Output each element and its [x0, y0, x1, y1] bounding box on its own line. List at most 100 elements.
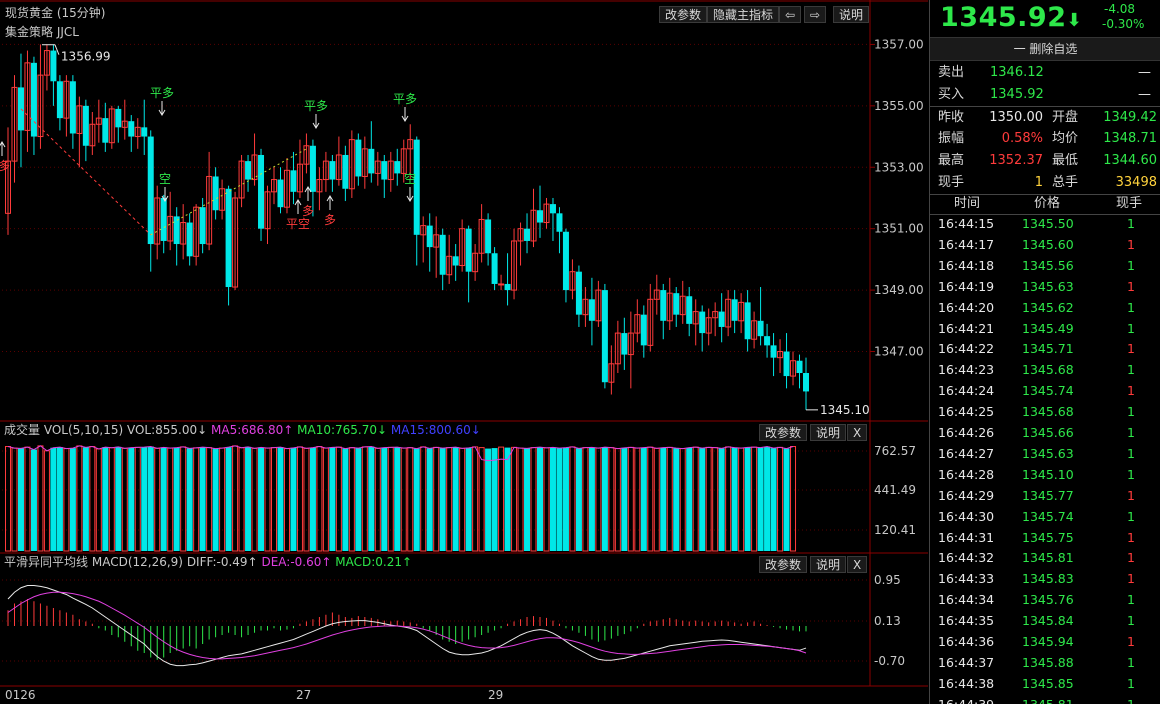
high-price-label: 1356.99 — [61, 50, 111, 64]
volume-bar — [69, 448, 76, 551]
chart-area[interactable]: 1357.00 1355.00 1353.00 1351.00 1349.00 1347.… — [0, 0, 928, 704]
volume-bar — [154, 447, 161, 552]
scroll-left-button[interactable]: ⇦ — [779, 6, 802, 23]
sell-label: 卖出 — [938, 65, 965, 80]
candle-body — [556, 213, 563, 232]
volume-bar — [160, 447, 167, 551]
amplitude-value: 0.58% — [1001, 131, 1043, 146]
tick-volume: 1 — [1127, 550, 1135, 566]
volume-change-params-button[interactable]: 改参数 — [759, 424, 808, 441]
price-axis-label: 1355.00 — [874, 99, 924, 113]
volume-bar — [556, 448, 563, 551]
tick-time: 16:44:30 — [938, 508, 995, 524]
change-params-button[interactable]: 改参数 — [659, 6, 708, 23]
volume-bar — [264, 447, 271, 552]
tick-time: 16:44:20 — [938, 299, 995, 315]
time-axis-label-0: 0126 — [5, 688, 36, 702]
tick-price: 1345.77 — [1022, 487, 1074, 503]
volume-bar — [413, 448, 420, 551]
tick-row: 16:44:18 1345.56 1 — [930, 256, 1160, 277]
volume-help-button[interactable]: 说明 — [810, 424, 847, 441]
volume-bar — [686, 447, 693, 551]
scroll-right-button[interactable]: ⇨ — [804, 6, 827, 23]
tick-row: 16:44:32 1345.81 1 — [930, 548, 1160, 569]
candle-body — [796, 360, 803, 374]
prev-close-value: 1350.00 — [989, 110, 1043, 125]
price-axis-label: 1347.00 — [874, 345, 924, 359]
volume-bar — [193, 447, 200, 552]
volume-bar — [24, 446, 31, 552]
candle-body — [744, 302, 751, 340]
tick-time: 16:44:35 — [938, 613, 995, 629]
macd-close-button[interactable]: X — [847, 556, 868, 573]
chart-canvas[interactable]: 1357.00 1355.00 1353.00 1351.00 1349.00 1347.… — [0, 0, 928, 704]
tick-row: 16:44:19 1345.63 1 — [930, 277, 1160, 298]
total-volume-value: 33498 — [1115, 175, 1157, 190]
volume-close-button[interactable]: X — [847, 424, 868, 441]
volume-bar — [82, 447, 89, 551]
macd-change-params-button[interactable]: 改参数 — [759, 556, 808, 573]
signal-label: 平多 — [304, 99, 328, 113]
volume-bar — [186, 448, 193, 551]
tick-row: 16:44:17 1345.60 1 — [930, 235, 1160, 256]
tick-price: 1345.50 — [1022, 216, 1074, 231]
tick-list[interactable]: 16:44:15 1345.50 1 16:44:17 1345.60 1 16:44:18… — [930, 214, 1160, 704]
volume-bar — [653, 447, 660, 552]
macd-help-button[interactable]: 说明 — [810, 556, 847, 573]
volume-bar — [511, 446, 518, 552]
volume-bar — [56, 447, 63, 551]
macd-dea: DEA:-0.60↑ — [261, 555, 332, 569]
tick-row: 16:44:15 1345.50 1 — [930, 214, 1160, 235]
sell-price: 1346.12 — [990, 65, 1044, 80]
candle-body — [329, 161, 336, 180]
volume-bar — [738, 447, 745, 552]
volume-bar — [134, 446, 141, 552]
volume-params: VOL(5,10,15) — [43, 423, 124, 437]
volume-bar — [348, 447, 355, 552]
candle-body — [115, 108, 122, 128]
tick-row: 16:44:37 1345.88 1 — [930, 653, 1160, 674]
tick-row: 16:44:36 1345.94 1 — [930, 632, 1160, 653]
candle-body — [426, 225, 433, 248]
low-value: 1344.60 — [1103, 153, 1157, 168]
volume-bar — [660, 447, 667, 551]
volume-bar — [718, 448, 725, 551]
volume-bar — [731, 447, 738, 551]
volume-bar — [744, 447, 751, 551]
candle-body — [147, 136, 154, 245]
volume-bar — [95, 448, 102, 552]
tick-time: 16:44:23 — [938, 362, 995, 378]
time-axis-label-1: 27 — [296, 688, 311, 702]
volume-bar — [588, 447, 595, 551]
candle-body — [277, 179, 284, 208]
volume-bar — [491, 448, 498, 551]
candle-body — [56, 81, 63, 119]
volume-bar — [537, 447, 543, 551]
volume-bar — [504, 447, 511, 551]
remove-watchlist-button[interactable]: 一 删除自选 — [930, 37, 1160, 61]
volume-bar — [692, 446, 699, 552]
candle-body — [212, 176, 219, 211]
candle-body — [128, 121, 135, 137]
tick-price: 1345.81 — [1022, 550, 1074, 566]
macd-header: 平滑异同平均线 MACD(12,26,9) DIFF:-0.49↑ DEA:-0… — [4, 553, 412, 572]
tick-volume: 1 — [1127, 487, 1135, 503]
volume-bar — [180, 446, 187, 552]
signal-label: 空 — [159, 172, 171, 186]
tick-volume: 1 — [1127, 466, 1135, 482]
tick-time: 16:44:24 — [938, 383, 995, 399]
tick-price: 1345.84 — [1022, 613, 1074, 629]
tick-row: 16:44:23 1345.68 1 — [930, 360, 1160, 381]
volume-bar — [115, 446, 122, 551]
signal-label: 多 — [324, 213, 336, 227]
volume-bar — [790, 446, 797, 552]
candle-body — [413, 139, 420, 235]
strategy-label: 集金策略 JJCL — [5, 25, 79, 39]
volume-bar — [517, 447, 524, 552]
tick-price: 1345.49 — [1022, 320, 1074, 336]
tick-row: 16:44:28 1345.10 1 — [930, 465, 1160, 486]
help-button[interactable]: 说明 — [833, 6, 870, 23]
hide-main-indicator-button[interactable]: 隐藏主指标 — [707, 6, 780, 23]
macd-params: MACD(12,26,9) — [91, 555, 183, 569]
volume-bar — [614, 448, 621, 552]
